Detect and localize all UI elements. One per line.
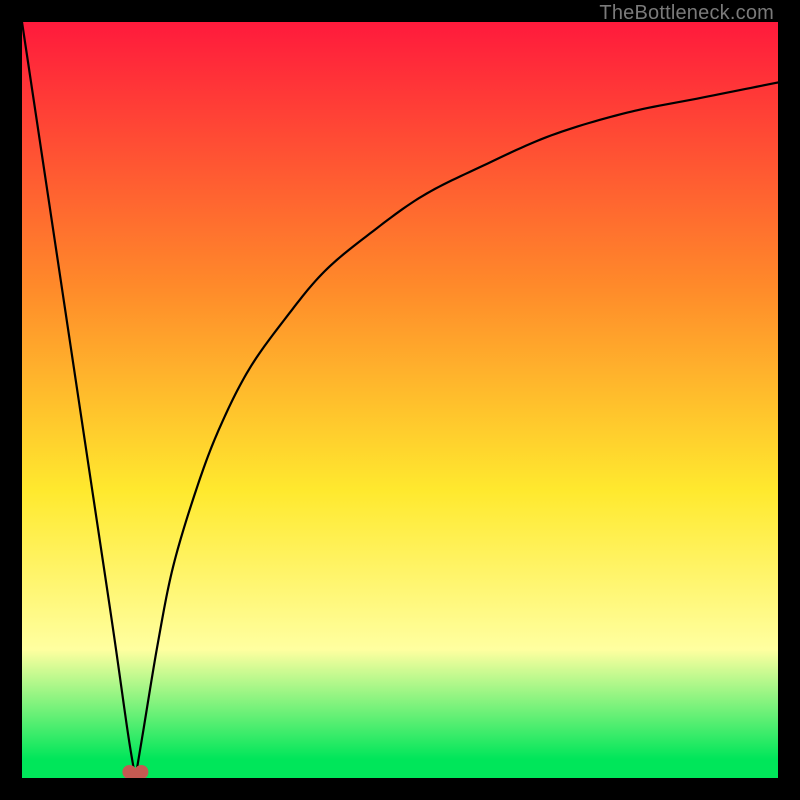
bottleneck-curve [22,22,778,778]
chart-frame [22,22,778,778]
min-marker-icon [122,765,148,778]
attribution-label: TheBottleneck.com [599,2,774,25]
plot-area [22,22,778,778]
